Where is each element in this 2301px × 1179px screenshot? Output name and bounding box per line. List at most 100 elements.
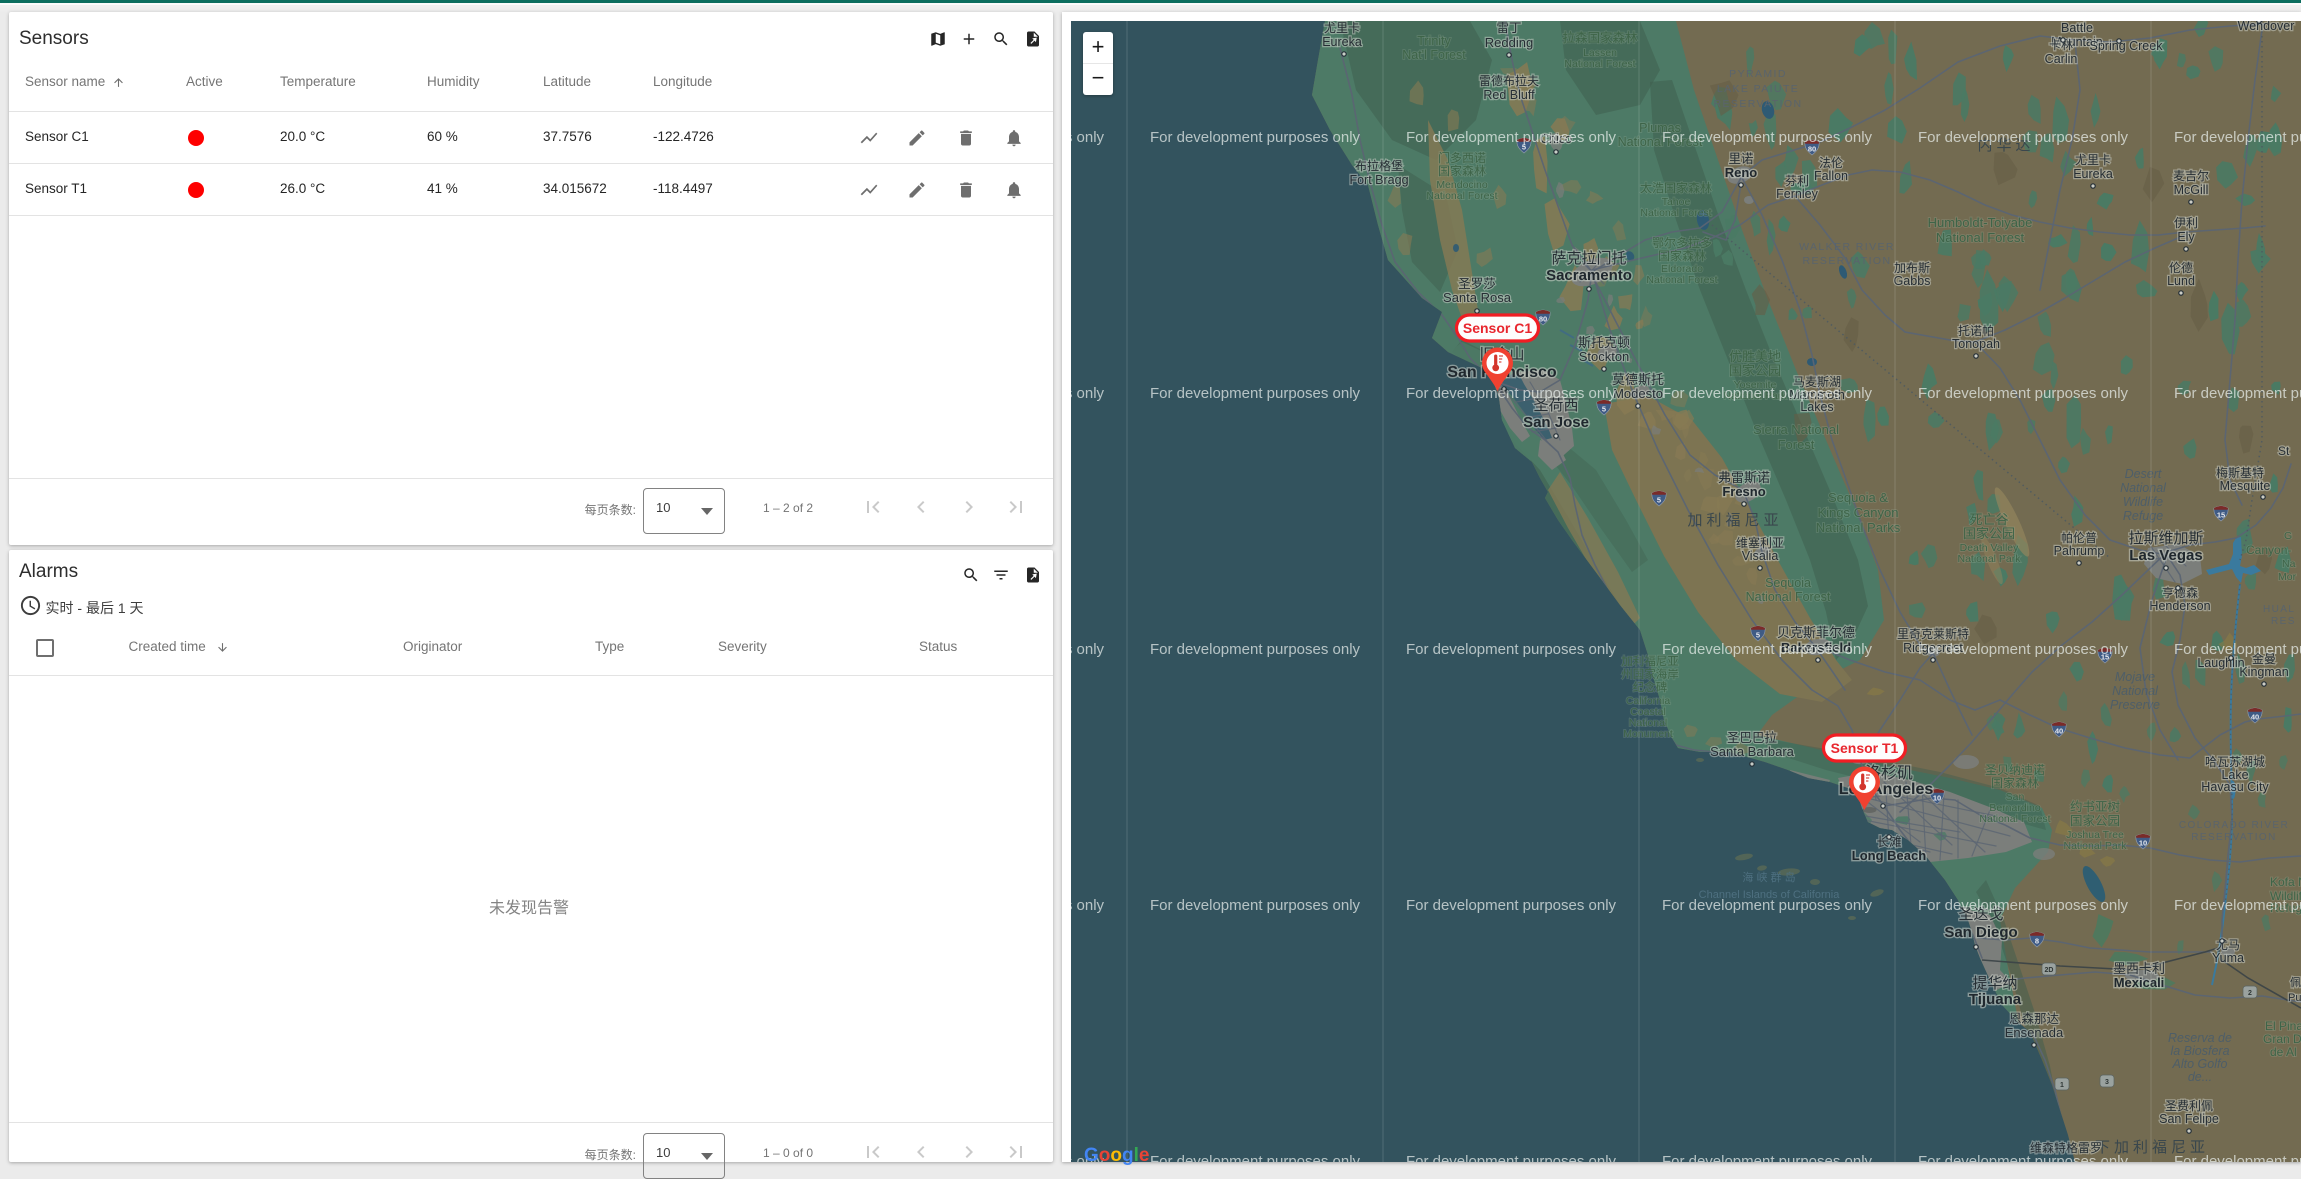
svg-text:For development purposes only: For development purposes only <box>1918 897 2129 914</box>
svg-text:国家森林: 国家森林 <box>1658 248 1706 263</box>
svg-text:For development purposes only: For development purposes only <box>1406 641 1617 658</box>
svg-text:For development purposes only: For development purposes only <box>1150 385 1361 402</box>
svg-text:Stockton: Stockton <box>1579 349 1630 364</box>
svg-text:Las Vegas: Las Vegas <box>2129 547 2202 564</box>
svg-text:2D: 2D <box>2045 967 2054 974</box>
svg-text:Tonopah: Tonopah <box>1952 337 2000 351</box>
svg-text:布拉格堡: 布拉格堡 <box>1355 158 1403 173</box>
svg-text:Mexicali: Mexicali <box>2114 975 2165 990</box>
svg-text:Fernley: Fernley <box>1776 187 1818 201</box>
svg-text:Nat'l Forest: Nat'l Forest <box>1402 48 1466 62</box>
svg-text:州国家海岸: 州国家海岸 <box>1621 667 1679 681</box>
svg-text:For development purposes only: For development purposes only <box>1150 641 1361 658</box>
svg-text:Spring Creek: Spring Creek <box>2090 39 2164 53</box>
svg-text:Alto Golfo: Alto Golfo <box>2172 1057 2228 1071</box>
svg-text:Refuge: Refuge <box>2123 509 2163 523</box>
svg-text:Forest: Forest <box>1778 437 1815 452</box>
svg-text:Wildlife: Wildlife <box>2123 495 2163 509</box>
svg-text:Red Bluff: Red Bluff <box>1483 88 1535 102</box>
svg-text:For development purposes only: For development purposes only <box>1662 129 1873 146</box>
svg-text:3: 3 <box>2105 1079 2109 1086</box>
svg-text:Laughlin: Laughlin <box>2197 656 2244 670</box>
svg-text:Redding: Redding <box>1485 35 1533 50</box>
svg-text:For development purposes only: For development purposes only <box>1406 1153 1617 1162</box>
svg-text:For development purposes only: For development purposes only <box>1662 385 1873 402</box>
svg-text:Fresno: Fresno <box>1722 484 1765 499</box>
svg-text:RESERVATION: RESERVATION <box>2191 832 2276 843</box>
svg-text:St: St <box>2278 444 2290 458</box>
svg-text:佩: 佩 <box>2290 975 2301 989</box>
svg-text:For development purposes only: For development purposes only <box>1406 129 1617 146</box>
svg-text:For development purposes only: For development purposes only <box>2174 897 2301 914</box>
svg-text:鄂尔多拉多: 鄂尔多拉多 <box>1652 235 1712 250</box>
svg-text:Preserve: Preserve <box>2110 698 2160 712</box>
svg-text:San Jose: San Jose <box>1523 414 1589 431</box>
svg-text:Wendover: Wendover <box>2238 21 2295 33</box>
svg-text:For development purposes only: For development purposes only <box>1071 129 1105 146</box>
svg-text:Yuma: Yuma <box>2212 951 2244 965</box>
svg-text:For development purposes only: For development purposes only <box>2174 385 2301 402</box>
svg-text:Mesquite: Mesquite <box>2220 479 2271 493</box>
svg-text:Henderson: Henderson <box>2149 599 2210 613</box>
svg-text:托诺帕: 托诺帕 <box>1958 323 1994 338</box>
svg-text:For development purposes only: For development purposes only <box>2174 1153 2301 1162</box>
svg-text:For development purposes only: For development purposes only <box>1406 897 1617 914</box>
svg-text:For development purposes only: For development purposes only <box>1662 1153 1873 1162</box>
svg-text:National Forest: National Forest <box>1564 58 1635 70</box>
svg-text:圣罗莎: 圣罗莎 <box>1458 277 1496 291</box>
svg-text:For development purposes only: For development purposes only <box>1071 897 1105 914</box>
svg-text:8: 8 <box>2035 937 2039 946</box>
svg-text:National Forest: National Forest <box>1746 590 1831 604</box>
svg-text:National Forest: National Forest <box>1979 813 2050 825</box>
svg-text:15: 15 <box>2217 511 2225 520</box>
svg-text:芬利: 芬利 <box>1785 174 1809 188</box>
svg-text:For development purposes only: For development purposes only <box>1918 129 2129 146</box>
svg-text:For development purposes only: For development purposes only <box>1918 385 2129 402</box>
svg-text:梅斯基特: 梅斯基特 <box>2216 465 2264 480</box>
svg-text:圣费利佩: 圣费利佩 <box>2165 1099 2213 1113</box>
svg-text:Santa Barbara: Santa Barbara <box>1710 744 1795 759</box>
svg-text:死亡谷: 死亡谷 <box>1969 512 2008 527</box>
svg-text:San Felipe: San Felipe <box>2159 1112 2219 1126</box>
svg-text:For development purposes only: For development purposes only <box>1071 641 1105 658</box>
svg-text:Pahrump: Pahrump <box>2054 544 2105 558</box>
svg-text:加利福尼亚: 加利福尼亚 <box>1687 512 1782 529</box>
svg-text:门多西诺: 门多西诺 <box>1438 150 1486 165</box>
svg-text:10: 10 <box>2139 839 2147 848</box>
svg-text:G: G <box>2284 530 2292 542</box>
svg-text:Sierra National: Sierra National <box>1753 422 1839 437</box>
svg-text:Lakes: Lakes <box>1800 400 1833 414</box>
svg-text:Ensenada: Ensenada <box>2005 1025 2064 1040</box>
svg-text:恩森那达: 恩森那达 <box>2009 1011 2060 1026</box>
svg-text:Gran De: Gran De <box>2263 1032 2301 1046</box>
svg-text:墨西卡利: 墨西卡利 <box>2113 961 2165 976</box>
svg-text:For development purposes only: For development purposes only <box>1150 897 1361 914</box>
svg-text:维塞利亚: 维塞利亚 <box>1736 535 1784 550</box>
svg-text:麦吉尔: 麦吉尔 <box>2173 168 2209 183</box>
svg-text:Sensor C1: Sensor C1 <box>1463 320 1532 336</box>
svg-text:For development purposes only: For development purposes only <box>2174 641 2301 658</box>
svg-text:RESERVATION: RESERVATION <box>1803 255 1892 267</box>
svg-text:伊利: 伊利 <box>2174 216 2198 230</box>
svg-text:Sequoia &: Sequoia & <box>1828 490 1888 505</box>
svg-text:For development purposes only: For development purposes only <box>1150 1153 1361 1162</box>
svg-text:国家公园: 国家公园 <box>2070 813 2120 828</box>
svg-text:National Park: National Park <box>1957 553 2021 565</box>
svg-text:伦德: 伦德 <box>2169 260 2193 275</box>
svg-text:HUAL: HUAL <box>2263 604 2295 615</box>
svg-text:雷德布拉夫: 雷德布拉夫 <box>1479 73 1539 88</box>
svg-text:Reserva de: Reserva de <box>2168 1031 2232 1045</box>
svg-text:圣贝纳迪诺: 圣贝纳迪诺 <box>1985 763 2045 777</box>
svg-text:Reno: Reno <box>1725 165 1758 180</box>
svg-text:斯托克顿: 斯托克顿 <box>1578 335 1630 350</box>
svg-text:PYRAMID: PYRAMID <box>1729 68 1787 80</box>
svg-text:40: 40 <box>2055 727 2063 736</box>
svg-text:Kofa Natio: Kofa Natio <box>2270 875 2301 889</box>
svg-text:de Al: de Al <box>2270 1045 2297 1059</box>
svg-text:For development purposes only: For development purposes only <box>1150 129 1361 146</box>
svg-text:Kings Canyon: Kings Canyon <box>1818 505 1899 520</box>
svg-text:National Forest: National Forest <box>1936 230 2025 245</box>
svg-text:5: 5 <box>1657 496 1661 505</box>
svg-text:Humboldt-Toiyabe: Humboldt-Toiyabe <box>1928 215 2033 230</box>
svg-text:国家森林: 国家森林 <box>1438 163 1486 178</box>
